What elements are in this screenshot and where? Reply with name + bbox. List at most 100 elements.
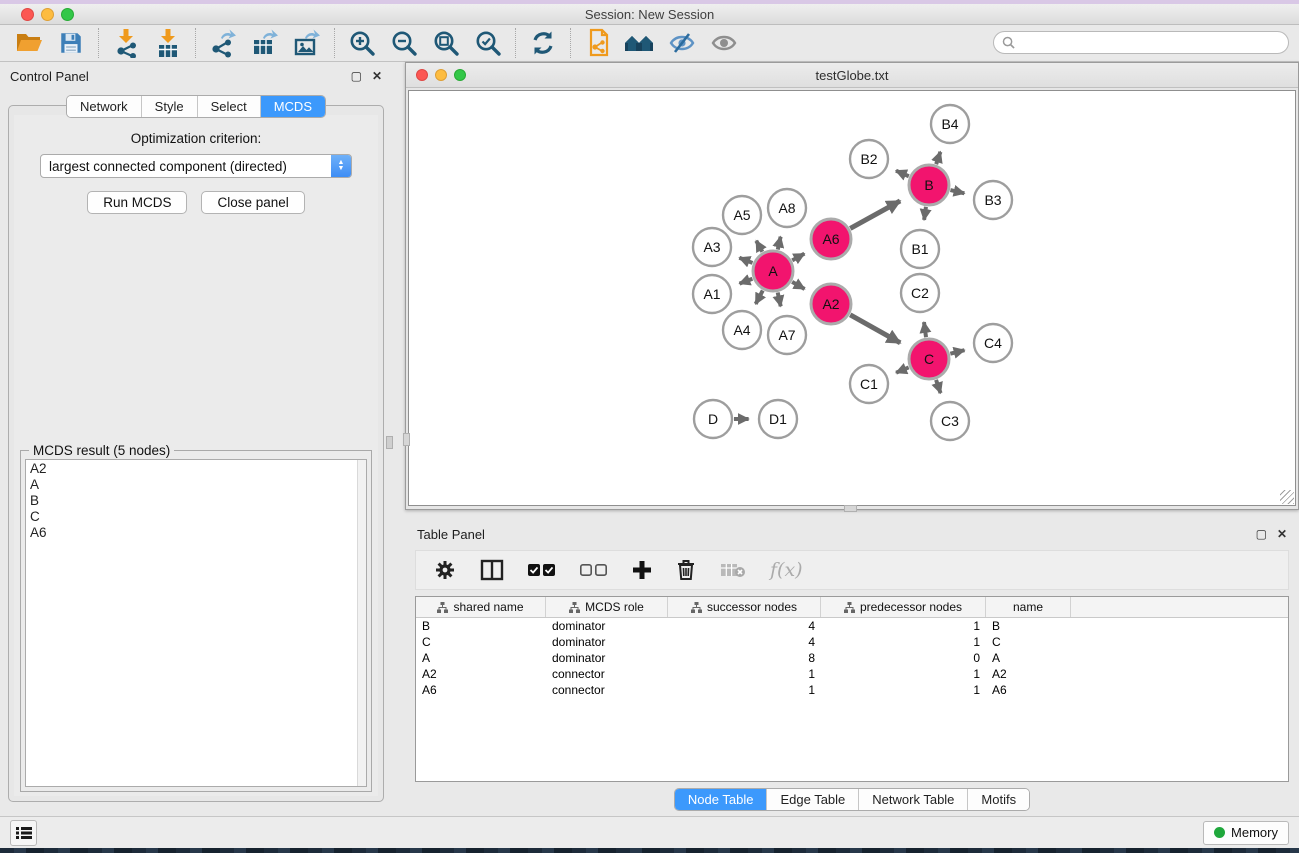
search-field[interactable] [993, 31, 1289, 54]
close-panel-button[interactable]: Close panel [201, 191, 304, 214]
tab-motifs[interactable]: Motifs [968, 789, 1029, 810]
show-selected-icon[interactable] [703, 27, 745, 59]
node-B3[interactable]: B3 [974, 181, 1012, 219]
edge-A-A4[interactable] [756, 290, 763, 303]
select-all-icon[interactable] [528, 563, 556, 577]
tab-mcds[interactable]: MCDS [261, 96, 325, 117]
edge-B-B4[interactable] [936, 152, 940, 164]
save-session-icon[interactable] [50, 27, 92, 59]
memory-button[interactable]: Memory [1203, 821, 1289, 845]
node-A3[interactable]: A3 [693, 228, 731, 266]
mcds-result-list[interactable]: A2ABCA6 [25, 459, 367, 787]
table-row[interactable]: A2connector11A2 [416, 666, 1288, 682]
table-row[interactable]: Adominator80A [416, 650, 1288, 666]
node-C[interactable]: C [909, 339, 949, 379]
node-B1[interactable]: B1 [901, 230, 939, 268]
columns-icon[interactable] [480, 559, 504, 581]
tab-network[interactable]: Network [67, 96, 142, 117]
column-header-predecessor-nodes[interactable]: predecessor nodes [821, 597, 986, 617]
zoom-out-icon[interactable] [383, 27, 425, 59]
run-mcds-button[interactable]: Run MCDS [87, 191, 187, 214]
network-window-titlebar[interactable]: testGlobe.txt [406, 63, 1298, 88]
node-D1[interactable]: D1 [759, 400, 797, 438]
edge-C-C2[interactable] [924, 322, 926, 337]
result-item[interactable]: A [30, 477, 362, 493]
node-B4[interactable]: B4 [931, 105, 969, 143]
node-table[interactable]: shared nameMCDS rolesuccessor nodesprede… [415, 596, 1289, 782]
open-file-icon[interactable] [8, 27, 50, 59]
edge-C-C4[interactable] [950, 350, 964, 354]
close-panel-icon[interactable]: ✕ [372, 70, 382, 82]
column-header-successor-nodes[interactable]: successor nodes [668, 597, 821, 617]
edge-B-B3[interactable] [950, 190, 964, 193]
add-column-icon[interactable] [632, 560, 652, 580]
task-history-button[interactable] [10, 820, 37, 846]
edge-A2-C[interactable] [850, 315, 900, 343]
tab-node-table[interactable]: Node Table [675, 789, 768, 810]
network-canvas[interactable]: B4 B2 B B3 A8A5 A6 A3 B1 A C2 A1 A2 A4A7 C4 C C1 D D1 C3 [408, 90, 1296, 506]
node-C3[interactable]: C3 [931, 402, 969, 440]
zoom-selected-icon[interactable] [467, 27, 509, 59]
result-item[interactable]: A2 [30, 461, 362, 477]
result-scrollbar[interactable] [357, 460, 366, 786]
export-image-icon[interactable] [286, 27, 328, 59]
edge-A-A2[interactable] [792, 282, 804, 289]
export-network-icon[interactable] [202, 27, 244, 59]
node-A[interactable]: A [753, 251, 793, 291]
result-item[interactable]: A6 [30, 525, 362, 541]
edge-B-B2[interactable] [896, 171, 909, 177]
divider-stub[interactable] [844, 505, 857, 512]
delete-icon[interactable] [676, 559, 696, 581]
node-A4[interactable]: A4 [723, 311, 761, 349]
edge-C-C3[interactable] [936, 380, 941, 393]
edge-A-A6[interactable] [792, 254, 804, 261]
node-C2[interactable]: C2 [901, 274, 939, 312]
hide-selected-icon[interactable] [661, 27, 703, 59]
column-header-MCDS-role[interactable]: MCDS role [546, 597, 668, 617]
refresh-icon[interactable] [522, 27, 564, 59]
node-D[interactable]: D [694, 400, 732, 438]
edge-A-A1[interactable] [740, 279, 753, 284]
edge-A-A3[interactable] [739, 258, 752, 263]
divider-stub[interactable] [386, 436, 393, 449]
node-C1[interactable]: C1 [850, 365, 888, 403]
gear-icon[interactable] [434, 559, 456, 581]
node-B2[interactable]: B2 [850, 140, 888, 178]
resize-grip-icon[interactable] [1280, 490, 1294, 504]
delete-table-icon[interactable] [720, 561, 746, 579]
tab-style[interactable]: Style [142, 96, 198, 117]
node-A2[interactable]: A2 [811, 284, 851, 324]
function-builder-icon[interactable]: f(x) [770, 559, 803, 581]
deselect-all-icon[interactable] [580, 563, 608, 577]
node-A1[interactable]: A1 [693, 275, 731, 313]
tab-network-table[interactable]: Network Table [859, 789, 968, 810]
node-A6[interactable]: A6 [811, 219, 851, 259]
node-A5[interactable]: A5 [723, 196, 761, 234]
edge-B-B1[interactable] [924, 207, 926, 220]
new-network-icon[interactable] [577, 27, 619, 59]
zoom-fit-icon[interactable] [425, 27, 467, 59]
search-input[interactable] [1020, 36, 1280, 50]
close-table-panel-icon[interactable]: ✕ [1277, 528, 1287, 540]
node-C4[interactable]: C4 [974, 324, 1012, 362]
show-all-icon[interactable] [619, 27, 661, 59]
table-row[interactable]: Bdominator41B [416, 618, 1288, 634]
column-header-shared-name[interactable]: shared name [416, 597, 546, 617]
result-item[interactable]: B [30, 493, 362, 509]
criterion-dropdown[interactable]: largest connected component (directed) ▲… [40, 154, 352, 178]
float-table-panel-icon[interactable]: ▢ [1256, 528, 1267, 540]
node-B[interactable]: B [909, 165, 949, 205]
edge-A-A5[interactable] [756, 241, 762, 252]
column-header-name[interactable]: name [986, 597, 1071, 617]
edge-C-C1[interactable] [896, 367, 909, 372]
edge-A-A8[interactable] [778, 237, 781, 250]
tab-edge-table[interactable]: Edge Table [767, 789, 859, 810]
import-table-icon[interactable] [147, 27, 189, 59]
edge-A-A7[interactable] [778, 292, 781, 306]
node-A7[interactable]: A7 [768, 316, 806, 354]
float-panel-icon[interactable]: ▢ [351, 70, 362, 82]
node-A8[interactable]: A8 [768, 189, 806, 227]
result-item[interactable]: C [30, 509, 362, 525]
zoom-in-icon[interactable] [341, 27, 383, 59]
divider-stub[interactable] [403, 433, 410, 446]
